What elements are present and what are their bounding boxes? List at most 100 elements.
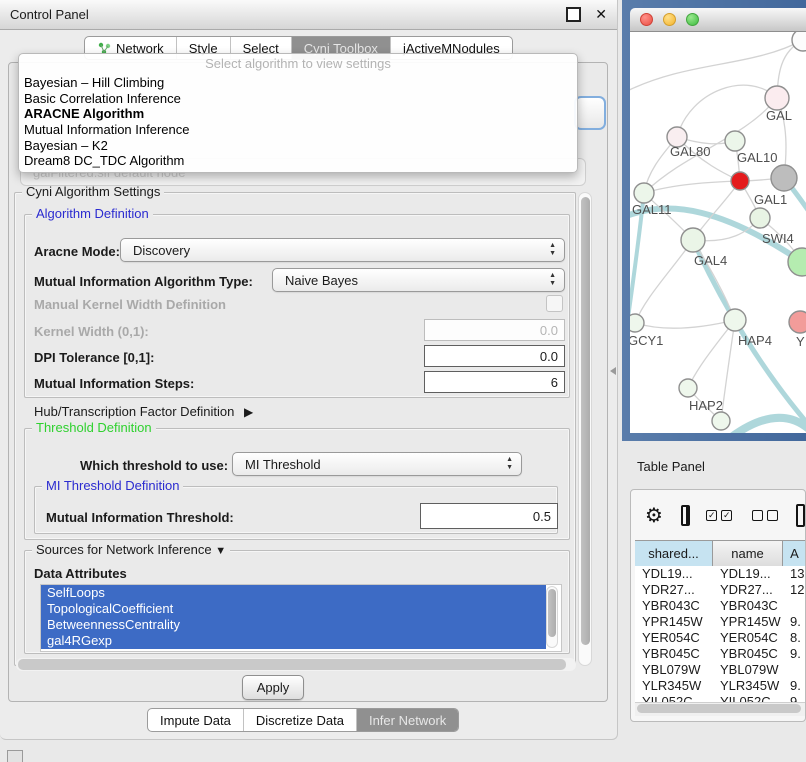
mi-type-combo[interactable]: Naive Bayes ▲▼: [272, 268, 565, 292]
aracne-mode-label: Aracne Mode:: [34, 244, 120, 259]
table-row[interactable]: YIL052CYIL052C9.: [635, 694, 806, 702]
select-all-columns-icon[interactable]: ✓✓: [706, 510, 736, 521]
network-node-gal11[interactable]: [634, 183, 654, 203]
node-label: GCY1: [630, 333, 663, 348]
table-cell: YPR145W: [713, 614, 783, 630]
network-node-gal4[interactable]: [681, 228, 705, 252]
algorithm-option[interactable]: ARACNE Algorithm: [19, 106, 577, 122]
table-body[interactable]: YDL19...YDL19...13YDR27...YDR27...12YBR0…: [635, 566, 806, 702]
restore-window-icon[interactable]: [566, 7, 581, 22]
table-cell: YDR27...: [635, 582, 713, 598]
network-node-hap4[interactable]: [724, 309, 746, 331]
apply-button[interactable]: Apply: [242, 675, 304, 700]
network-canvas[interactable]: GALGAL80GAL10GAL1GAL11SWI4GAL4GCY1HAP4YH…: [630, 32, 806, 433]
table-cell: [783, 598, 806, 614]
network-node-gal1[interactable]: [731, 172, 749, 190]
table-row[interactable]: YER054CYER054C8.: [635, 630, 806, 646]
attribute-list-item[interactable]: TopologicalCoefficient: [41, 601, 546, 617]
network-node-y[interactable]: [789, 311, 806, 333]
settings-vertical-scrollbar[interactable]: [578, 192, 592, 666]
attributes-list-scrollbar[interactable]: [546, 586, 558, 648]
data-attributes-list[interactable]: SelfLoopsTopologicalCoefficientBetweenne…: [40, 584, 562, 652]
tab-impute-data[interactable]: Impute Data: [148, 709, 243, 731]
apply-button-label: Apply: [257, 680, 290, 695]
collapse-arrow-icon[interactable]: ▼: [215, 545, 226, 557]
node-label: GAL11: [632, 202, 672, 217]
hidden-combo-fragment: [574, 96, 606, 130]
minimize-traffic-light-icon[interactable]: [663, 13, 676, 26]
network-node[interactable]: [792, 32, 806, 51]
table-row[interactable]: YDR27...YDR27...12: [635, 582, 806, 598]
settings-scrollbar-thumb[interactable]: [581, 197, 590, 645]
table-cell: YLR345W: [635, 678, 713, 694]
attribute-list-item[interactable]: gal4RGexp: [41, 633, 546, 649]
algorithm-option[interactable]: Basic Correlation Inference: [19, 91, 577, 107]
network-node-gal10[interactable]: [725, 131, 745, 151]
attribute-list-item[interactable]: BetweennessCentrality: [41, 617, 546, 633]
node-label: GAL80: [670, 144, 710, 159]
node-label: GAL4: [694, 253, 727, 268]
table-horizontal-scrollbar[interactable]: [635, 702, 806, 716]
aracne-mode-combo[interactable]: Discovery ▲▼: [120, 238, 565, 262]
algorithm-option[interactable]: Bayesian – Hill Climbing: [19, 75, 577, 91]
network-node-hap2[interactable]: [679, 379, 697, 397]
table-row[interactable]: YBR043CYBR043C: [635, 598, 806, 614]
tab-discretize-data[interactable]: Discretize Data: [243, 709, 356, 731]
zoom-traffic-light-icon[interactable]: [686, 13, 699, 26]
unselect-all-columns-icon[interactable]: [752, 510, 782, 521]
attributes-scrollbar-thumb[interactable]: [548, 589, 556, 637]
table-header-row: shared... name A: [635, 540, 806, 567]
algorithm-option[interactable]: Mutual Information Inference: [19, 122, 577, 138]
network-node-gal[interactable]: [765, 86, 789, 110]
table-row[interactable]: YLR345WYLR345W9.: [635, 678, 806, 694]
table-cell: 9.: [783, 646, 806, 662]
table-row[interactable]: YBR045CYBR045C9.: [635, 646, 806, 662]
algorithm-popup-list: Bayesian – Hill ClimbingBasic Correlatio…: [19, 75, 577, 169]
new-table-icon[interactable]: [796, 504, 805, 527]
mi-threshold-field[interactable]: 0.5: [420, 503, 558, 529]
settings-hscrollbar-thumb[interactable]: [18, 659, 566, 670]
algorithm-popup-placeholder: Select algorithm to view settings: [19, 56, 577, 75]
sources-group-title[interactable]: Sources for Network Inference ▼: [32, 543, 230, 558]
node-label: HAP2: [689, 398, 723, 413]
network-node[interactable]: [712, 412, 730, 430]
algorithm-option[interactable]: Bayesian – K2: [19, 138, 577, 154]
table-cell: YBR043C: [713, 598, 783, 614]
node-label: GAL1: [754, 192, 787, 207]
network-node-swi4[interactable]: [750, 208, 770, 228]
window-title: Control Panel: [10, 7, 566, 22]
table-cell: YLR345W: [713, 678, 783, 694]
column-header-name[interactable]: name: [713, 541, 783, 566]
mi-steps-field[interactable]: 6: [424, 371, 565, 393]
table-row[interactable]: YPR145WYPR145W9.: [635, 614, 806, 630]
network-node-gcy1[interactable]: [630, 314, 644, 332]
aracne-mode-value: Discovery: [133, 243, 190, 258]
dpi-tolerance-label: DPI Tolerance [0,1]:: [34, 350, 154, 365]
manual-kernel-label: Manual Kernel Width Definition: [34, 297, 226, 312]
dpi-tolerance-field[interactable]: 0.0: [424, 345, 565, 367]
combo-spinner-icon: ▲▼: [506, 456, 513, 472]
tab-infer-network[interactable]: Infer Network: [356, 709, 458, 731]
table-row[interactable]: YDL19...YDL19...13: [635, 566, 806, 582]
table-row[interactable]: YBL079WYBL079W: [635, 662, 806, 678]
network-window-titlebar[interactable]: [630, 8, 806, 32]
expand-arrow-icon[interactable]: ▶: [244, 405, 253, 419]
kernel-width-field: 0.0: [424, 319, 565, 341]
hub-definition-toggle[interactable]: Hub/Transcription Factor Definition ▶: [34, 404, 253, 419]
split-columns-icon[interactable]: [681, 505, 690, 526]
node-label: SWI4: [762, 231, 794, 246]
splitter-collapse-icon[interactable]: [610, 367, 616, 375]
gear-icon[interactable]: ⚙: [645, 503, 663, 528]
dock-panel-icon[interactable]: [7, 750, 23, 762]
column-header-shared-name[interactable]: shared...: [635, 541, 713, 566]
column-header-clipped[interactable]: A: [783, 541, 806, 566]
attribute-list-item[interactable]: SelfLoops: [41, 585, 546, 601]
which-threshold-combo[interactable]: MI Threshold ▲▼: [232, 452, 522, 476]
close-traffic-light-icon[interactable]: [640, 13, 653, 26]
algorithm-option[interactable]: Dream8 DC_TDC Algorithm: [19, 153, 577, 169]
settings-horizontal-scrollbar[interactable]: [16, 658, 576, 671]
close-window-icon[interactable]: ✕: [595, 9, 607, 20]
screen: Control Panel ✕ Network Style Select Cyn…: [0, 0, 806, 762]
network-node[interactable]: [771, 165, 797, 191]
table-hscrollbar-thumb[interactable]: [637, 704, 801, 713]
